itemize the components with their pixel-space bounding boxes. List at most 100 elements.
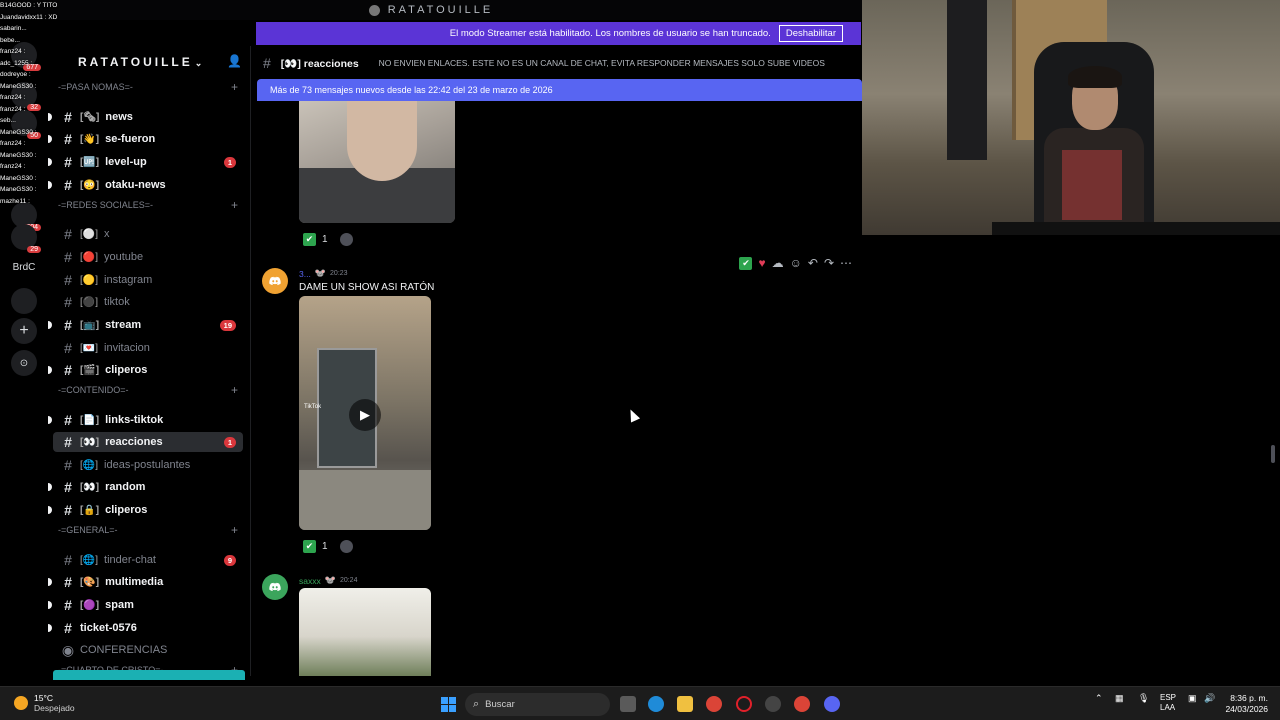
display-icon[interactable]: ▣	[1188, 693, 1197, 704]
webcam-shelf	[947, 0, 987, 160]
taskbar-search[interactable]: ⌕ Buscar	[465, 693, 610, 716]
reply-icon[interactable]: ↶	[808, 256, 818, 270]
category-general[interactable]: -=GENERAL=-	[58, 525, 118, 535]
channel-item-cliperos[interactable]: # [🎬] cliperos	[48, 360, 243, 380]
add-member-icon[interactable]: 👤	[227, 54, 242, 68]
tiktok-watermark: TikTok	[304, 404, 322, 410]
message-header: saxxx 🐭 20:24	[299, 575, 357, 586]
heart-reaction-icon[interactable]: ♥	[758, 256, 765, 270]
clock[interactable]: 8:36 p. m. 24/03/2026	[1225, 693, 1268, 715]
more-options-icon[interactable]: ⋯	[840, 256, 852, 270]
channel-emoji: [🌐]	[80, 459, 99, 471]
channel-item-youtube[interactable]: # [🔴] youtube	[53, 247, 243, 267]
windows-start-icon[interactable]	[441, 697, 456, 712]
category-redes[interactable]: -=REDES SOCIALES=-	[58, 200, 153, 210]
message-video[interactable]: TikTok ▶	[299, 296, 431, 530]
chrome-icon[interactable]	[706, 696, 722, 712]
add-server-icon[interactable]: +	[11, 318, 37, 344]
hash-icon: #	[64, 574, 72, 590]
channel-label: otaku-news	[105, 179, 166, 191]
hash-icon: #	[64, 340, 72, 356]
discover-icon[interactable]: ⊙	[11, 350, 37, 376]
channel-item-multimedia[interactable]: # [🎨] multimedia	[48, 572, 243, 592]
channel-item-invitacion[interactable]: # [💌] invitacion	[53, 338, 243, 358]
forward-icon[interactable]: ↷	[824, 256, 834, 270]
hat-reaction-icon[interactable]: ☁	[772, 256, 784, 270]
window-title: RATATOUILLE	[387, 4, 494, 16]
language-primary: ESP	[1160, 693, 1177, 702]
message-image[interactable]	[299, 101, 455, 223]
user-panel[interactable]	[53, 670, 245, 680]
channel-item-random[interactable]: # [👀] random	[48, 477, 243, 497]
app-logo-icon	[368, 4, 380, 16]
username[interactable]: saxxx	[299, 576, 321, 586]
channel-topic[interactable]: NO ENVIEN ENLACES. ESTE NO ES UN CANAL D…	[379, 58, 825, 68]
mention-badge: 9	[223, 554, 236, 566]
channel-item-level-up[interactable]: # [🆙] level-up 1	[48, 152, 243, 172]
check-reaction-icon[interactable]: ✔	[739, 256, 753, 270]
channel-item-se-fueron[interactable]: # [👋] se-fueron	[48, 129, 243, 149]
add-channel-icon[interactable]: +	[231, 523, 238, 537]
check-reaction-icon[interactable]: ✔	[303, 539, 316, 553]
category-pasa-nomas[interactable]: -=PASA NOMAS=-	[58, 82, 133, 92]
channel-item-ticket-0576[interactable]: # ticket-0576	[48, 618, 243, 638]
task-view-icon[interactable]	[620, 696, 636, 712]
unread-indicator	[48, 113, 52, 121]
channel-item-cliperos[interactable]: # [🔒] cliperos	[48, 500, 243, 520]
channel-item-links-tiktok[interactable]: # [📄] links-tiktok	[48, 410, 243, 430]
volume-icon[interactable]: 🔊	[1204, 693, 1215, 704]
channel-item-spam[interactable]: # [🟣] spam	[48, 595, 243, 615]
avatar[interactable]	[262, 268, 288, 294]
category-contenido[interactable]: -=CONTENIDO=-	[58, 385, 129, 395]
check-reaction-icon[interactable]: ✔	[303, 232, 316, 246]
channel-item-x[interactable]: # [⚪] x	[53, 224, 243, 244]
unread-indicator	[48, 416, 52, 424]
new-messages-bar[interactable]: Más de 73 mensajes nuevos desde las 22:4…	[257, 79, 862, 101]
username[interactable]: 3...	[299, 269, 311, 279]
server-brdc[interactable]: BrdC	[11, 254, 37, 280]
add-channel-icon[interactable]: +	[231, 80, 238, 94]
discord-logo-icon	[269, 276, 281, 286]
channel-item-tinder-chat[interactable]: # [🌐] tinder-chat 9	[53, 550, 243, 570]
server-name[interactable]: RATATOUILLE ⌄	[78, 55, 202, 69]
channel-label: ideas-postulantes	[104, 459, 191, 471]
channel-item-otaku-news[interactable]: # [😳] otaku-news	[48, 175, 243, 195]
unread-indicator	[48, 321, 52, 329]
edge-icon[interactable]	[648, 696, 664, 712]
channel-item-tiktok[interactable]: # [⚫] tiktok	[53, 292, 243, 312]
disable-streamer-button[interactable]: Deshabilitar	[778, 25, 843, 42]
channel-item-stream[interactable]: # [📺] stream 19	[48, 315, 243, 335]
chrome-icon[interactable]	[794, 696, 810, 712]
channel-item-news[interactable]: # [🗞] news	[48, 107, 243, 127]
channel-item-instagram[interactable]: # [🟡] instagram	[53, 270, 243, 290]
server-icon[interactable]: 29	[11, 224, 41, 253]
channel-item-reacciones[interactable]: # [👀] reacciones 1	[53, 432, 243, 452]
add-reaction-icon[interactable]: ☺	[790, 256, 802, 270]
app-icon[interactable]	[765, 696, 781, 712]
streamer-mode-banner: El modo Streamer está habilitado. Los no…	[256, 22, 861, 45]
reaction-bar: ✔ 1	[303, 537, 353, 555]
webcam-feed	[862, 0, 1280, 235]
add-reaction-icon[interactable]	[339, 232, 353, 246]
language-indicator[interactable]: ESP LAA	[1160, 693, 1176, 713]
chevron-up-icon[interactable]: ⌃	[1095, 693, 1103, 704]
channel-item-conferencias[interactable]: ◉ CONFERENCIAS	[53, 640, 243, 660]
play-icon[interactable]: ▶	[349, 399, 381, 431]
message-image[interactable]	[299, 588, 431, 676]
channel-item-ideas-postulantes[interactable]: # [🌐] ideas-postulantes	[53, 455, 243, 475]
add-channel-icon[interactable]: +	[231, 198, 238, 212]
add-reaction-icon[interactable]	[339, 539, 353, 553]
hash-icon: #	[64, 317, 72, 333]
add-channel-icon[interactable]: +	[231, 383, 238, 397]
mic-icon[interactable]: 🎙	[1138, 693, 1149, 704]
channel-label: links-tiktok	[105, 414, 164, 426]
file-explorer-icon[interactable]	[677, 696, 693, 712]
server-icon[interactable]	[11, 288, 37, 314]
opera-icon[interactable]	[736, 696, 752, 712]
mention-badge: 19	[219, 319, 236, 331]
avatar[interactable]	[262, 574, 288, 600]
network-icon[interactable]: ▦	[1115, 693, 1124, 704]
weather-widget[interactable]: 15°C Despejado	[14, 693, 75, 713]
scrollbar-thumb[interactable]	[1271, 445, 1275, 463]
discord-icon[interactable]	[824, 696, 840, 712]
